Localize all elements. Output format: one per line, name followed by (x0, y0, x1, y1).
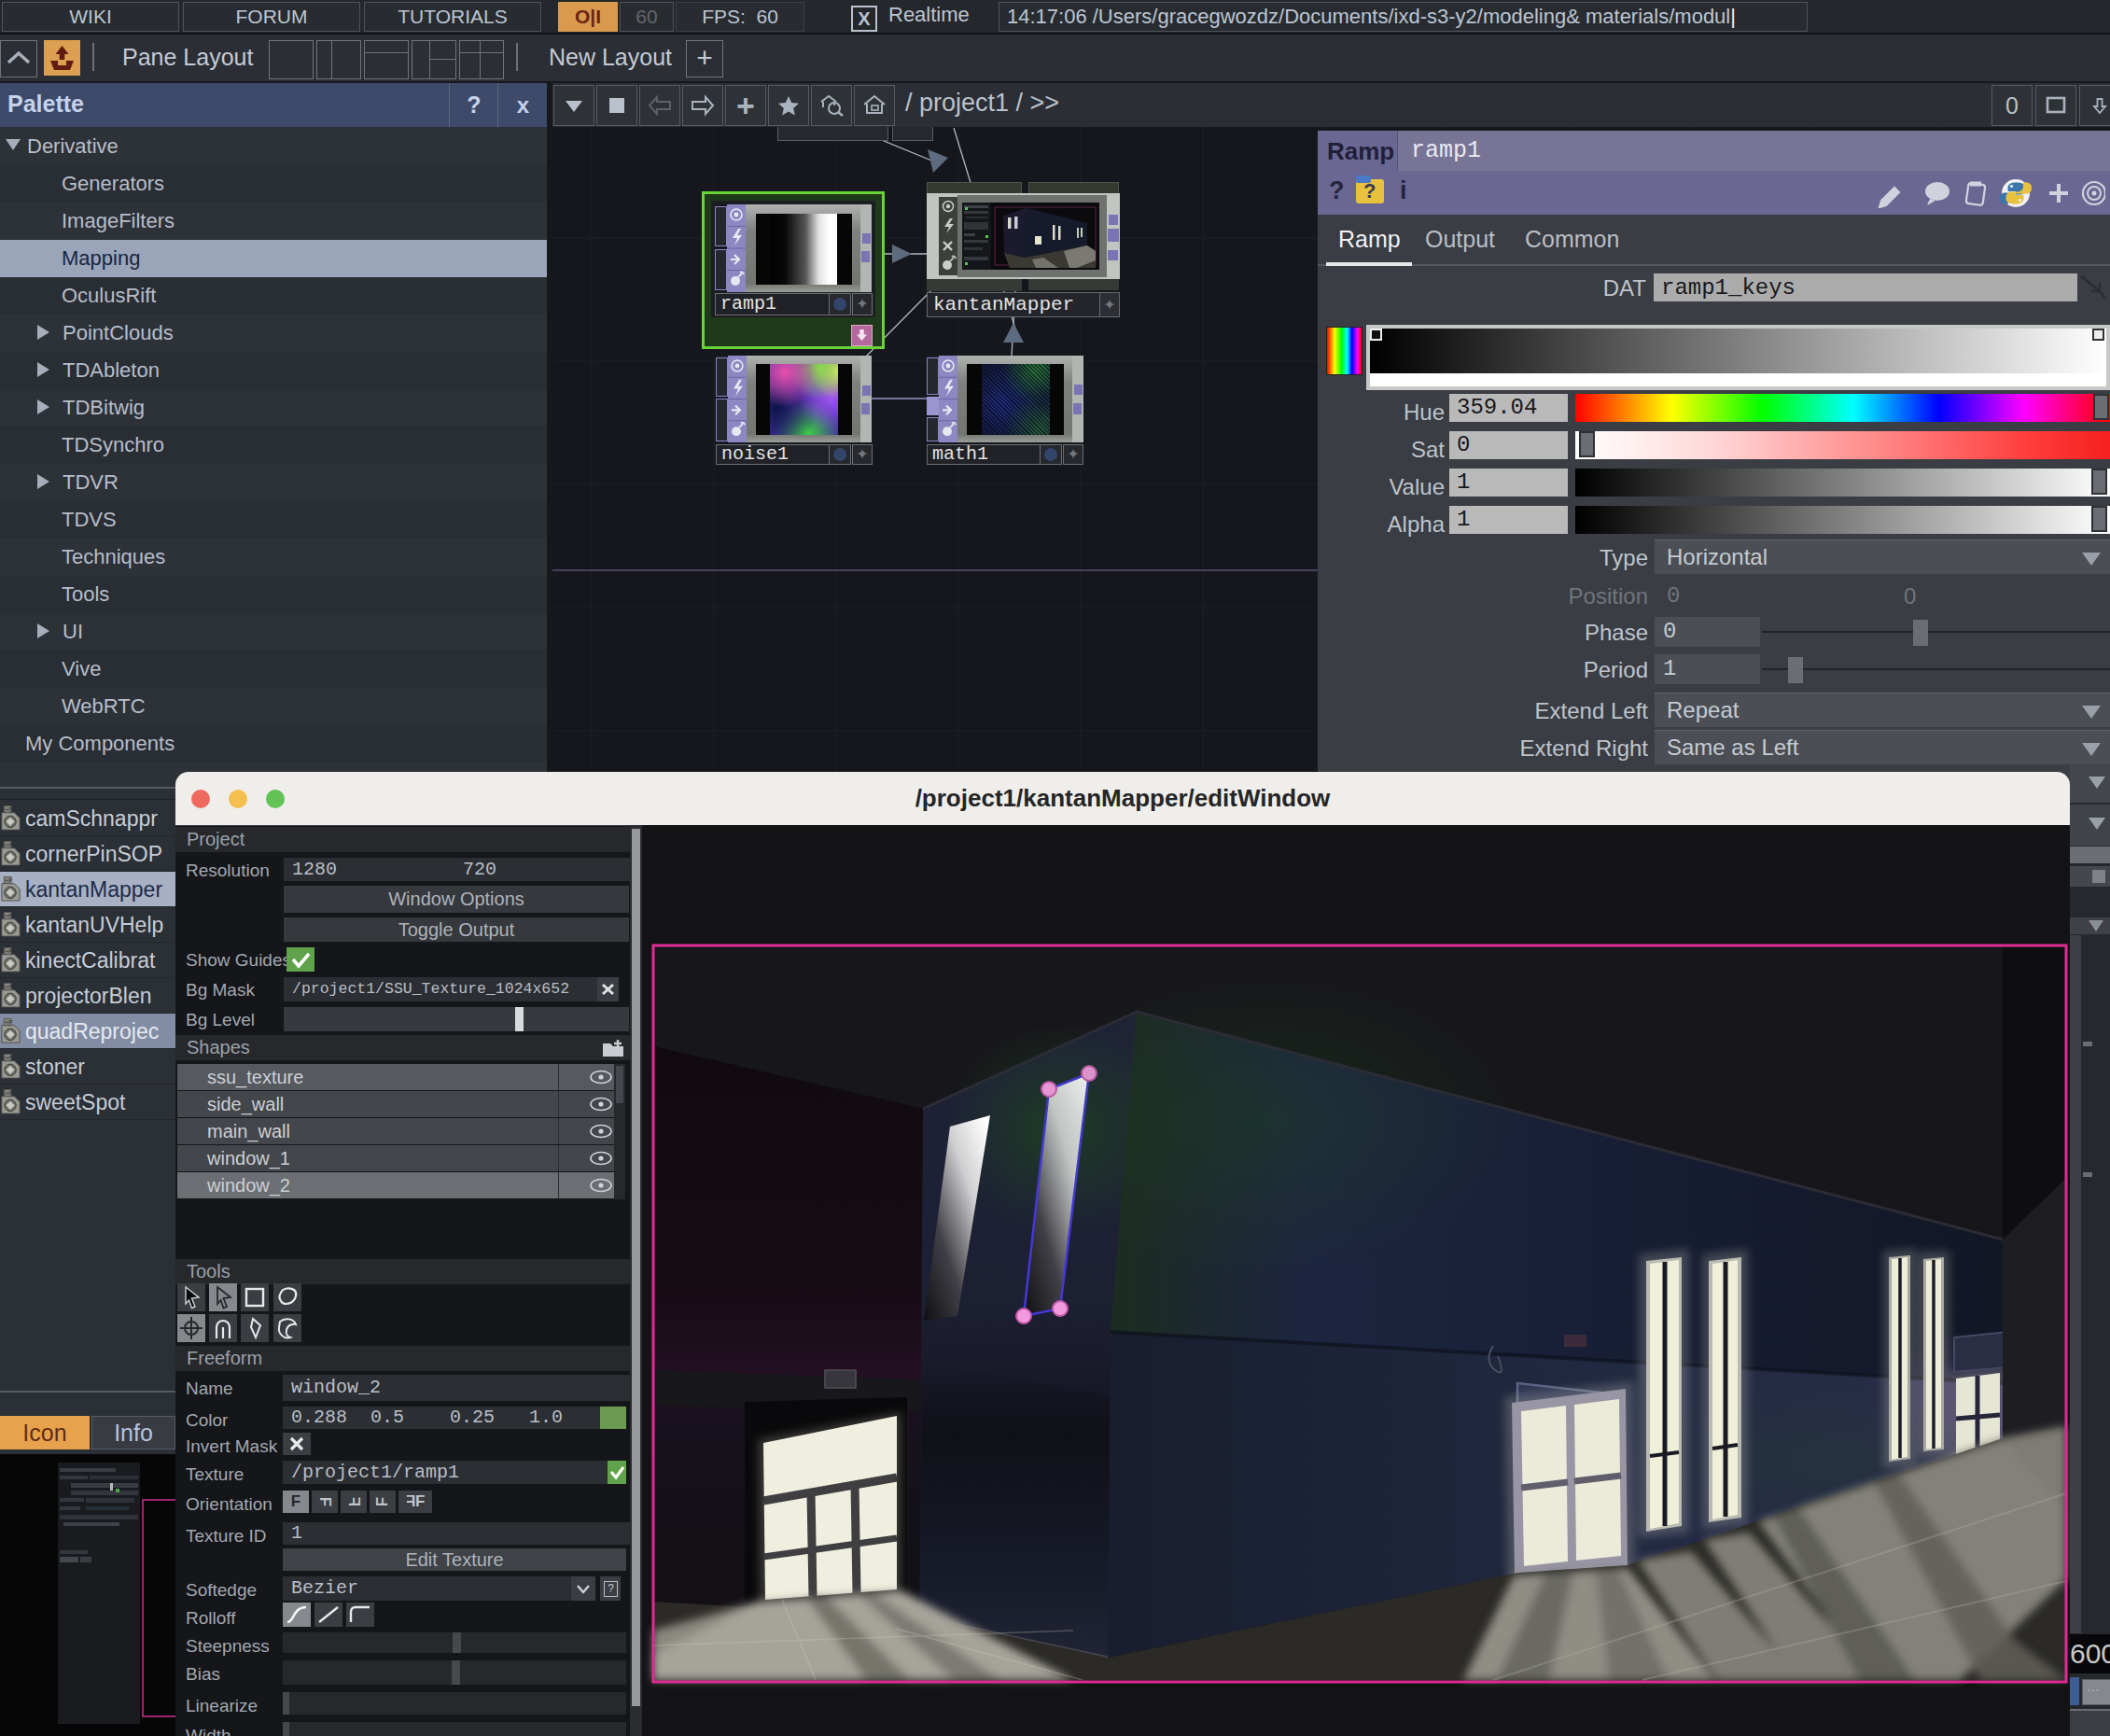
svg-text:HP: HP (5, 913, 12, 918)
svg-text:HP: HP (5, 1055, 12, 1060)
svg-text:HP: HP (5, 1019, 12, 1025)
svg-text:HP: HP (5, 1090, 12, 1096)
svg-text:HP: HP (5, 984, 12, 989)
svg-text:HP: HP (5, 877, 12, 883)
svg-text:HP: HP (5, 842, 12, 847)
svg-text:HP: HP (5, 806, 12, 812)
svg-text:HP: HP (5, 948, 12, 954)
